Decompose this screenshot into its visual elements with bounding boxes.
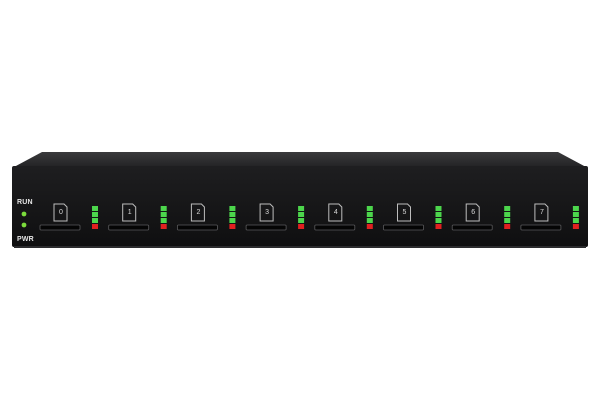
- gateway-device: [12, 152, 588, 248]
- signal-led-1-2: [160, 212, 167, 217]
- signal-led-4-1: [366, 206, 373, 211]
- slot-number-6: 6: [471, 209, 476, 216]
- signal-led-2-3: [229, 218, 236, 223]
- signal-led-6-1: [504, 206, 511, 211]
- signal-led-5-2: [435, 212, 442, 217]
- status-led-7: [572, 224, 579, 229]
- pwr-led: [21, 222, 27, 228]
- product-photo: RUN PWR 0 1 2 3 4 5 6 7: [0, 0, 600, 400]
- status-led-5: [435, 224, 442, 229]
- card-slot-5: [383, 224, 424, 231]
- chassis-bottom: [14, 246, 586, 248]
- slot-number-1: 1: [127, 209, 132, 216]
- slot-number-0: 0: [59, 209, 63, 216]
- card-slot-7: [520, 224, 562, 231]
- signal-led-6-3: [504, 218, 511, 223]
- signal-led-7-2: [572, 212, 579, 217]
- slot-number-3: 3: [265, 209, 270, 216]
- slot-number-5: 5: [402, 209, 407, 216]
- pwr-label: PWR: [17, 236, 34, 243]
- chassis-top: [14, 152, 586, 167]
- status-led-6: [504, 224, 511, 229]
- signal-led-7-3: [572, 218, 579, 223]
- card-slot-1: [108, 224, 150, 231]
- status-led-3: [298, 224, 305, 229]
- signal-led-0-3: [92, 218, 98, 223]
- slot-number-7: 7: [539, 209, 544, 216]
- signal-led-0-2: [92, 212, 98, 217]
- signal-led-1-3: [160, 218, 167, 223]
- signal-led-7-1: [572, 206, 579, 211]
- status-led-0: [92, 224, 98, 229]
- card-slot-2: [176, 224, 218, 231]
- signal-led-2-1: [229, 206, 236, 211]
- status-led-2: [229, 224, 236, 229]
- slot-number-2: 2: [196, 209, 201, 216]
- signal-led-2-2: [229, 212, 236, 217]
- signal-led-5-1: [435, 206, 442, 211]
- signal-led-4-3: [366, 218, 373, 223]
- signal-led-6-2: [504, 212, 511, 217]
- card-slot-4: [314, 224, 356, 231]
- run-label: RUN: [17, 199, 33, 206]
- card-slot-0: [39, 224, 81, 231]
- signal-led-1-1: [160, 206, 167, 211]
- run-led: [21, 211, 27, 217]
- card-slot-6: [451, 224, 493, 231]
- signal-led-0-1: [92, 206, 98, 211]
- slot-number-4: 4: [333, 209, 338, 216]
- card-slot-3: [245, 224, 287, 231]
- signal-led-3-3: [298, 218, 305, 223]
- signal-led-4-2: [366, 212, 373, 217]
- signal-led-3-1: [298, 206, 305, 211]
- signal-led-5-3: [435, 218, 442, 223]
- signal-led-3-2: [298, 212, 305, 217]
- status-led-4: [366, 224, 373, 229]
- status-led-1: [160, 224, 167, 229]
